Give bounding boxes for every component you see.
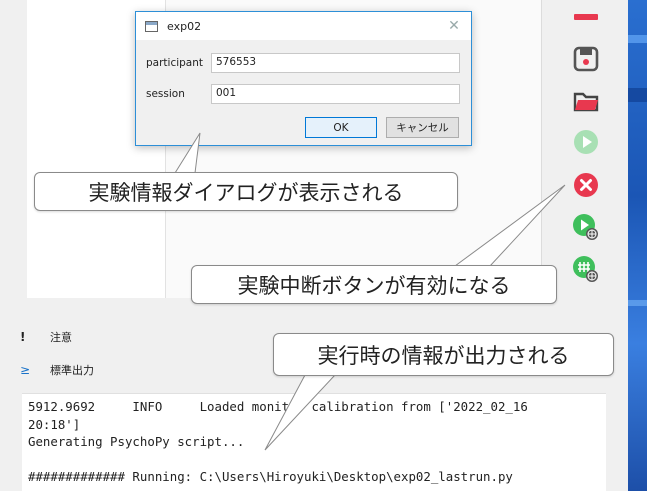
minus-button[interactable] [572,3,600,31]
cancel-button[interactable]: キャンセル [386,117,459,138]
dialog-title: exp02 [167,19,202,33]
stdout-label: 標準出力 [50,364,94,377]
run-button[interactable] [572,128,600,156]
window-icon [145,20,158,32]
participant-input[interactable]: 576553 [211,53,460,73]
stdout-icon: ≥ [20,363,31,377]
stop-button[interactable] [572,171,600,199]
stop-icon [574,173,598,197]
stdout-output[interactable]: 5912.9692 INFO Loaded monitor calibratio… [22,393,606,491]
output-line: Generating PsychoPy script... [28,434,245,449]
ok-button[interactable]: OK [305,117,377,138]
stdout-tab[interactable]: ≥ 標準出力 [20,359,94,381]
panel-divider [541,0,542,300]
save-icon [573,46,599,72]
run-online-icon [573,214,598,240]
alert-icon: ! [20,330,26,344]
dialog-titlebar: exp02 ✕ [136,12,471,40]
save-button[interactable] [572,45,600,73]
stop-button-callout: 実験中断ボタンが有効になる [191,265,557,304]
experiment-info-dialog: exp02 ✕ participant 576553 session 001 O… [135,11,472,146]
session-label: session [146,88,185,100]
minus-icon [574,14,598,20]
output-line: ############# Running: C:\Users\Hiroyuki… [28,469,513,484]
run-icon [574,130,598,154]
alerts-tab[interactable]: ! 注意 [20,326,72,348]
run-online-button[interactable] [572,213,600,241]
pilot-online-button[interactable] [572,255,600,283]
output-line: 20:18'] [28,416,81,432]
session-input[interactable]: 001 [211,84,460,104]
folder-icon [573,92,599,112]
dialog-callout: 実験情報ダイアログが表示される [34,172,458,211]
participant-label: participant [146,57,204,69]
output-line: 5912.9692 INFO Loaded monitor calibratio… [28,399,528,414]
runner-toolbar [566,0,606,300]
alerts-label: 注意 [50,331,72,344]
pilot-online-icon [573,256,598,282]
close-icon[interactable]: ✕ [445,17,463,35]
desktop-background [628,0,647,491]
output-callout: 実行時の情報が出力される [273,333,614,376]
open-folder-button[interactable] [572,87,600,115]
